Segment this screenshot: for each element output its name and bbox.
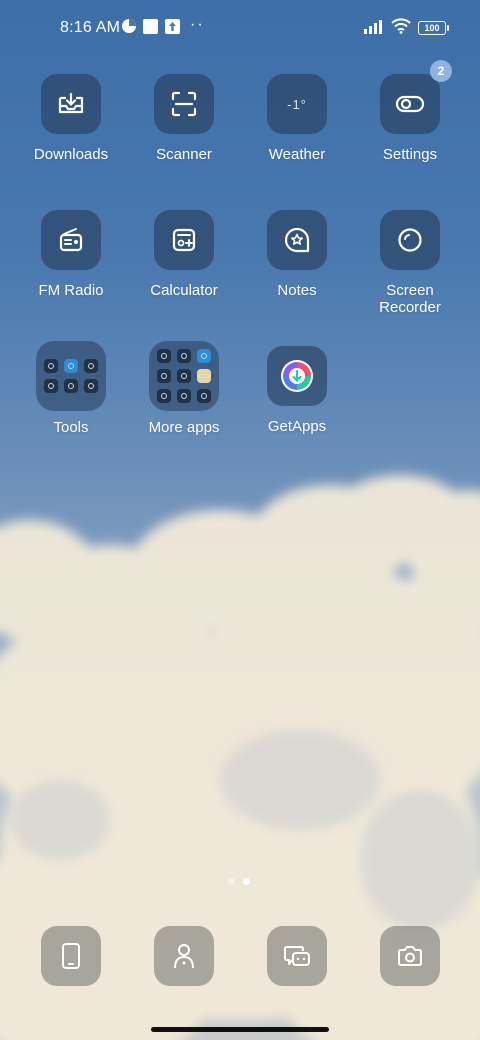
mini-app-icon bbox=[44, 379, 58, 393]
radio-icon bbox=[59, 228, 83, 252]
dock-contacts[interactable] bbox=[154, 926, 214, 986]
app-settings[interactable]: 2 Settings bbox=[354, 60, 466, 164]
page-dot-active[interactable] bbox=[243, 878, 250, 885]
upload-notification-icon bbox=[165, 19, 180, 34]
mini-app-icon bbox=[64, 359, 78, 373]
phone-icon bbox=[62, 943, 80, 969]
contacts-icon bbox=[174, 944, 194, 969]
fm-radio-tile[interactable] bbox=[41, 210, 101, 270]
app-label: More apps bbox=[148, 419, 220, 436]
mini-app-icon bbox=[157, 349, 171, 363]
downloads-tile[interactable] bbox=[41, 74, 101, 134]
mini-app-icon bbox=[44, 359, 58, 373]
home-gesture-bar[interactable] bbox=[151, 1027, 329, 1032]
notes-bubble-icon bbox=[284, 227, 310, 253]
page-dot[interactable] bbox=[228, 878, 235, 885]
app-label: Weather bbox=[268, 146, 326, 163]
getapps-tile[interactable] bbox=[267, 346, 327, 406]
camera-icon bbox=[398, 946, 422, 966]
app-notes[interactable]: Notes bbox=[241, 210, 353, 300]
mini-app-icon bbox=[197, 369, 211, 383]
dock-camera[interactable] bbox=[380, 926, 440, 986]
mini-app-icon bbox=[177, 349, 191, 363]
app-label: GetApps bbox=[267, 418, 327, 435]
app-screen-recorder[interactable]: Screen Recorder bbox=[354, 210, 466, 316]
screen-recorder-tile[interactable] bbox=[380, 210, 440, 270]
app-scanner[interactable]: Scanner bbox=[128, 74, 240, 164]
weather-temp-icon: -1° bbox=[287, 96, 307, 112]
app-label: Notes bbox=[277, 282, 317, 299]
app-label: Downloads bbox=[33, 146, 109, 163]
app-label: Settings bbox=[382, 146, 438, 163]
notification-badge: 2 bbox=[430, 60, 452, 82]
app-downloads[interactable]: Downloads bbox=[15, 74, 127, 164]
toggle-settings-icon bbox=[395, 95, 425, 113]
mini-app-icon bbox=[84, 359, 98, 373]
weather-tile[interactable]: -1° bbox=[267, 74, 327, 134]
mini-app-icon bbox=[64, 379, 78, 393]
screen-recorder-icon bbox=[398, 228, 422, 252]
folder-more-apps[interactable]: More apps bbox=[128, 341, 240, 437]
mini-app-icon bbox=[157, 369, 171, 383]
calculator-tile[interactable] bbox=[154, 210, 214, 270]
signal-icon bbox=[364, 20, 382, 34]
dock-messages[interactable] bbox=[267, 926, 327, 986]
app-label: Calculator bbox=[150, 282, 218, 299]
app-label: FM Radio bbox=[38, 282, 104, 299]
messages-icon bbox=[284, 946, 310, 966]
app-calculator[interactable]: Calculator bbox=[128, 210, 240, 300]
mini-app-icon bbox=[84, 379, 98, 393]
tools-folder-tile[interactable] bbox=[36, 341, 106, 411]
folder-tools[interactable]: Tools bbox=[15, 341, 127, 437]
status-bar: 8:16 AM ·· 100 bbox=[0, 0, 480, 56]
more-apps-folder-tile[interactable] bbox=[149, 341, 219, 411]
scanner-tile[interactable] bbox=[154, 74, 214, 134]
pie-status-icon bbox=[122, 19, 136, 33]
app-weather[interactable]: -1° Weather bbox=[241, 74, 353, 164]
calculator-icon bbox=[172, 228, 196, 252]
status-time: 8:16 AM bbox=[60, 19, 121, 36]
app-label: Scanner bbox=[156, 146, 212, 163]
settings-tile[interactable]: 2 bbox=[380, 60, 452, 134]
mini-app-icon bbox=[157, 389, 171, 403]
mini-app-icon bbox=[197, 389, 211, 403]
download-box-icon bbox=[58, 92, 84, 114]
app-label: Tools bbox=[53, 419, 89, 436]
app-label: Screen Recorder bbox=[379, 282, 441, 316]
notes-tile[interactable] bbox=[267, 210, 327, 270]
more-notifications-dots: ·· bbox=[190, 16, 205, 33]
image-notification-icon bbox=[143, 19, 158, 34]
battery-indicator: 100 bbox=[418, 21, 449, 35]
mini-app-icon bbox=[177, 369, 191, 383]
page-indicator[interactable] bbox=[228, 878, 250, 885]
dock-phone[interactable] bbox=[41, 926, 101, 986]
scan-frame-icon bbox=[171, 91, 197, 117]
mini-app-icon bbox=[177, 389, 191, 403]
app-getapps[interactable]: GetApps bbox=[241, 346, 353, 436]
getapps-icon bbox=[281, 360, 313, 392]
wifi-icon bbox=[391, 18, 411, 34]
app-fm-radio[interactable]: FM Radio bbox=[15, 210, 127, 300]
mini-app-icon bbox=[197, 349, 211, 363]
